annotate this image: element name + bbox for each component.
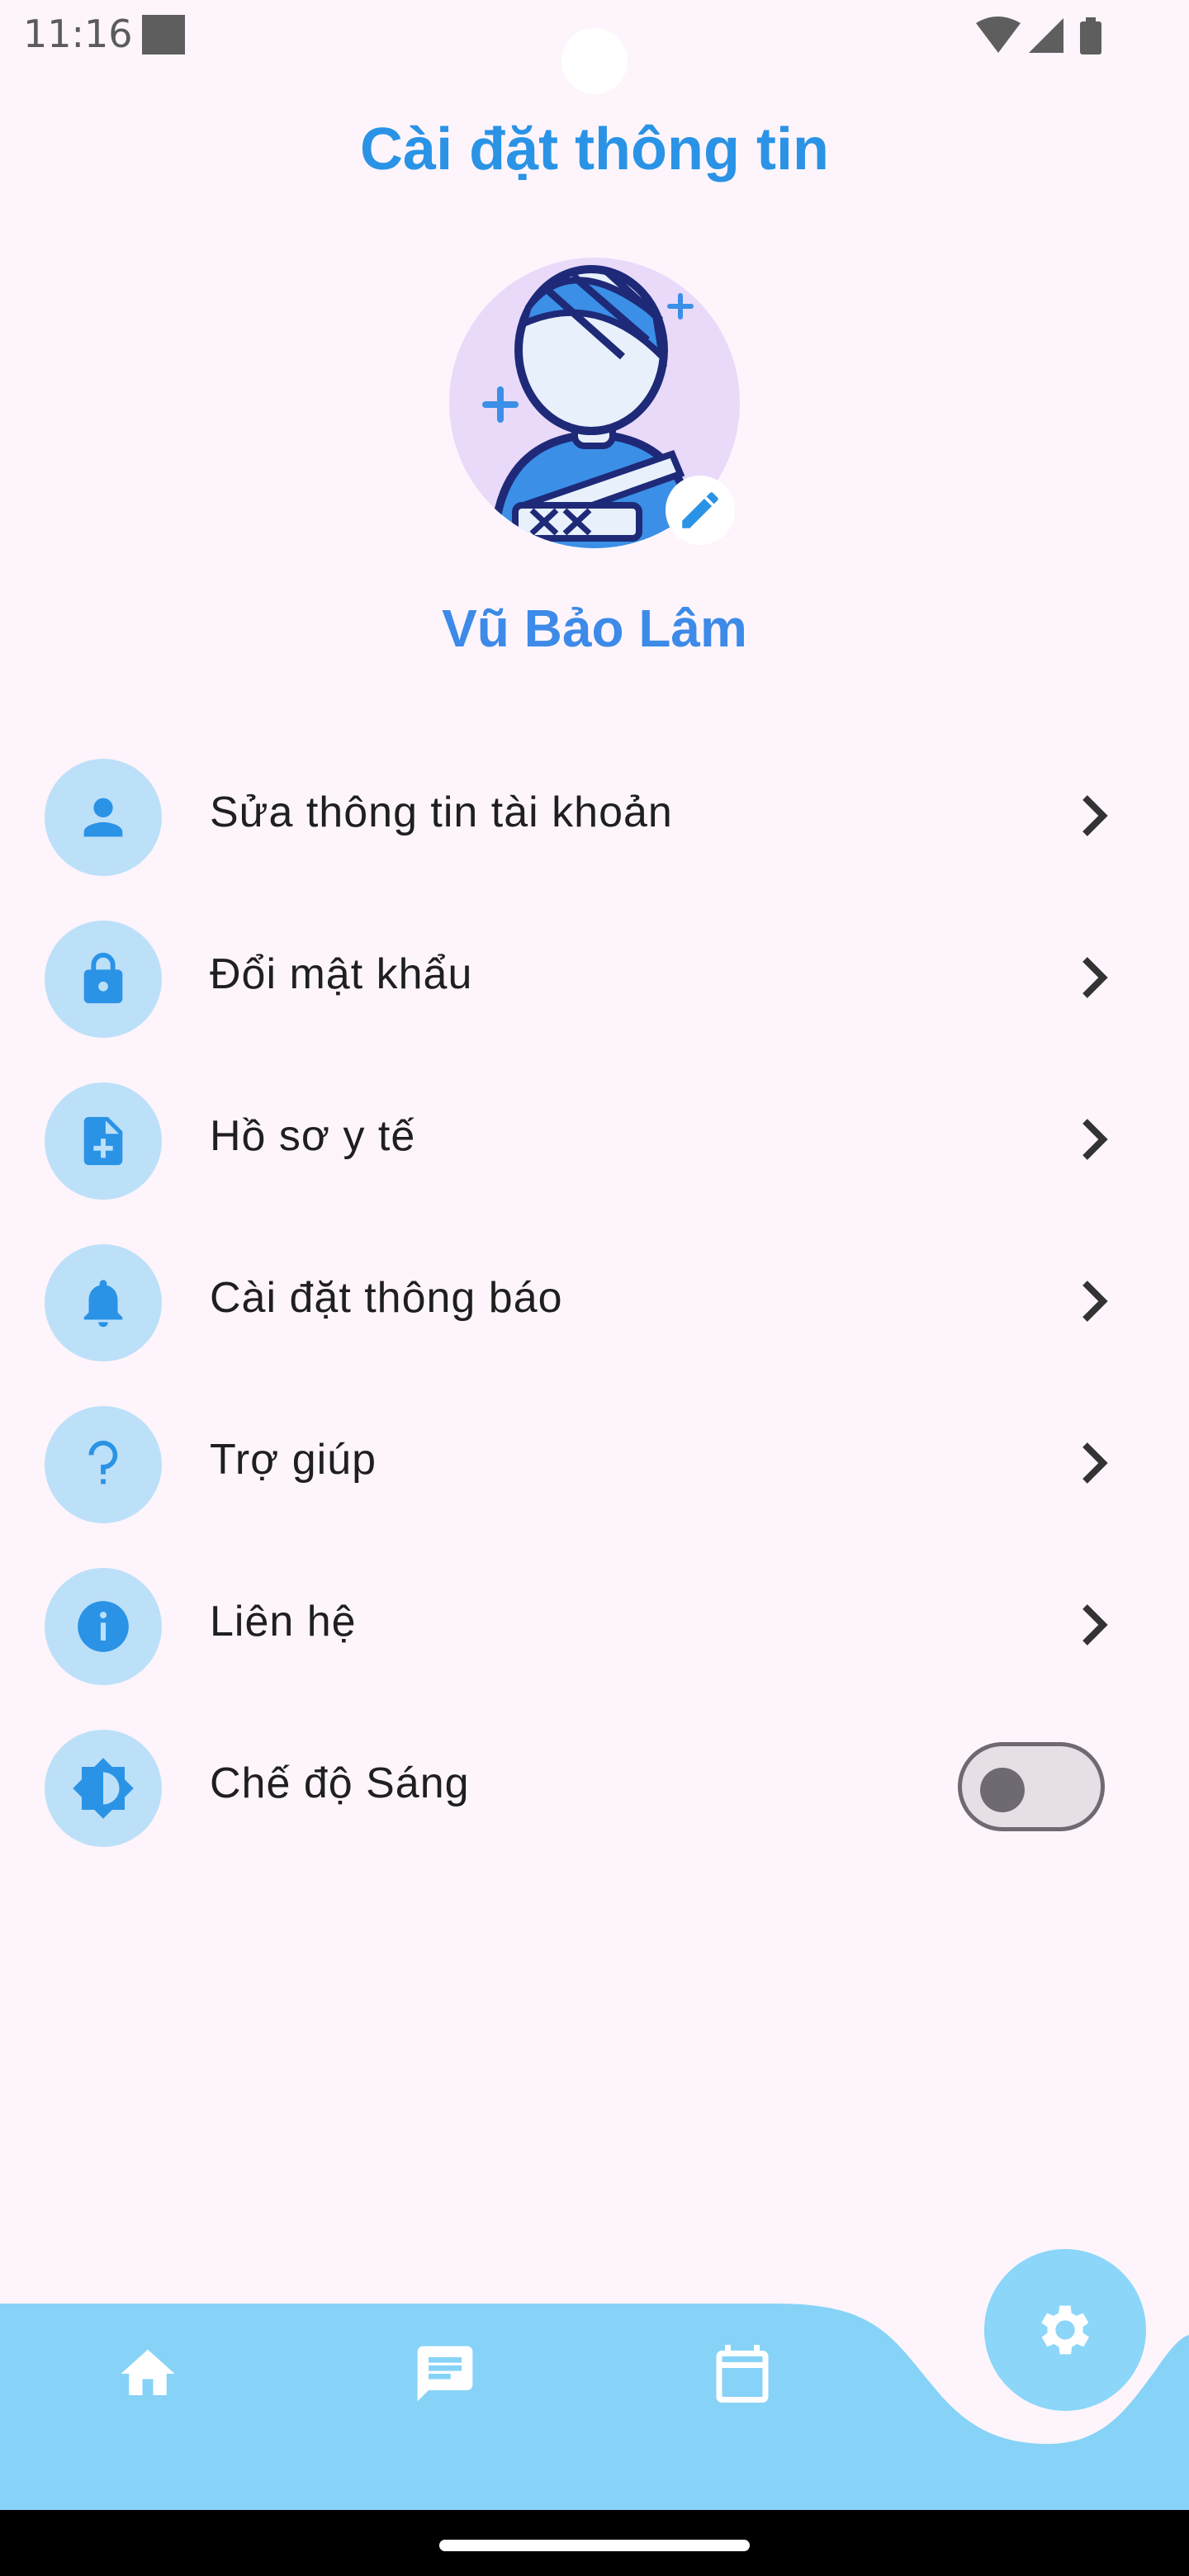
user-name: Vũ Bảo Lâm (442, 599, 747, 658)
nav-home[interactable] (102, 2328, 193, 2419)
menu-item-edit-account[interactable]: Sửa thông tin tài khoản (0, 755, 1189, 878)
lock-icon (45, 921, 162, 1038)
person-icon (45, 759, 162, 876)
pencil-icon (682, 492, 718, 528)
chevron-right-icon (1082, 795, 1108, 836)
chat-icon (417, 2346, 473, 2402)
edit-avatar-button[interactable] (666, 476, 735, 545)
menu-item-label: Hồ sơ y tế (210, 1112, 416, 1160)
menu-item-label: Trợ giúp (210, 1436, 377, 1484)
home-icon (121, 2349, 175, 2395)
settings-icon (1041, 2305, 1089, 2355)
menu-item-label: Liên hệ (210, 1598, 357, 1646)
calendar-icon (716, 2345, 769, 2403)
menu-item-contact[interactable]: Liên hệ (0, 1564, 1189, 1688)
chevron-right-icon (1082, 1119, 1108, 1160)
nav-settings[interactable] (984, 2249, 1146, 2411)
bell-icon (45, 1244, 162, 1361)
info-icon (45, 1568, 162, 1685)
notification-icon (142, 15, 185, 54)
menu-item-medical-record[interactable]: Hồ sơ y tế (0, 1078, 1189, 1202)
chevron-right-icon (1082, 957, 1108, 998)
menu-item-label: Đổi mật khẩu (210, 950, 473, 998)
signal-icon (1029, 18, 1063, 53)
menu-item-help[interactable]: Trợ giúp (0, 1402, 1189, 1526)
home-gesture-bar[interactable] (439, 2540, 750, 2551)
chevron-right-icon (1082, 1281, 1108, 1322)
status-icons (974, 15, 1115, 60)
menu-item-label: Cài đặt thông báo (210, 1274, 563, 1322)
wifi-icon (976, 17, 1021, 53)
camera-cutout (561, 28, 628, 94)
avatar[interactable] (449, 258, 740, 548)
chevron-right-icon (1082, 1442, 1108, 1484)
menu-item-notification-settings[interactable]: Cài đặt thông báo (0, 1240, 1189, 1364)
chevron-right-icon (1082, 1604, 1108, 1646)
toggle-knob (980, 1768, 1025, 1812)
nav-calendar[interactable] (697, 2328, 788, 2419)
bottom-nav (0, 2249, 1189, 2510)
menu-item-change-password[interactable]: Đổi mật khẩu (0, 916, 1189, 1040)
status-bar: 11:16 (0, 0, 1189, 94)
menu-item-label: Chế độ Sáng (210, 1759, 470, 1807)
brightness-icon (45, 1730, 162, 1847)
light-mode-toggle[interactable] (958, 1742, 1105, 1831)
help-icon (45, 1406, 162, 1523)
medical-file-icon (45, 1082, 162, 1200)
menu-item-light-mode: Chế độ Sáng (0, 1726, 1189, 1849)
status-time: 11:16 (23, 12, 133, 56)
battery-icon (1080, 17, 1101, 54)
menu-item-label: Sửa thông tin tài khoản (210, 788, 673, 836)
page-title: Cài đặt thông tin (360, 116, 829, 182)
nav-chat[interactable] (400, 2328, 490, 2419)
